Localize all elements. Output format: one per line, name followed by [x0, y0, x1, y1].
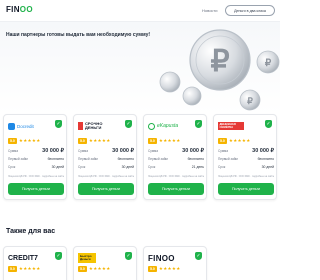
stars-icon: ★★★★★ — [18, 266, 41, 271]
fine-print: Лицензия ЦБ РФ · ООО МКК · подробнее на … — [8, 175, 64, 178]
shield-check-icon: ✓ — [125, 252, 132, 260]
shield-check-icon: ✓ — [265, 120, 272, 128]
lender-logo: Быстро Деньги — [78, 251, 96, 265]
hero-section: Наши партнеры готовы выдать вам необходи… — [0, 22, 280, 114]
srochno-mark-icon — [78, 122, 83, 130]
rating-badge: 5.0 — [148, 138, 157, 144]
also-for-you-cards: CREDIT7 ✓ 5.0 ★★★★★ Быстро Деньги ✓ 5.0 … — [3, 246, 277, 280]
shield-check-icon: ✓ — [195, 252, 202, 260]
get-money-button[interactable]: Получить деньги — [8, 183, 64, 195]
amount-row: Сумма 30 000 ₽ — [78, 148, 134, 154]
rating-badge: 5.0 — [148, 266, 157, 272]
stars-icon: ★★★★★ — [158, 138, 181, 143]
top-bar: FINOO Новости Деньги в два клика — [0, 0, 280, 22]
shield-check-icon: ✓ — [55, 120, 62, 128]
nav-news-link[interactable]: Новости — [202, 8, 217, 13]
rating: 5.0 ★★★★★ — [78, 266, 111, 272]
rating: 5.0 ★★★★★ — [78, 138, 111, 144]
rating-badge: 5.0 — [218, 138, 227, 144]
rating: 5.0 ★★★★★ — [148, 266, 181, 272]
lender-logo: СРОЧНО ДЕНЬГИ — [78, 119, 107, 133]
docredit-mark-icon — [8, 122, 15, 130]
get-money-button[interactable]: Получить деньги — [78, 183, 134, 195]
svg-text:₽: ₽ — [265, 58, 272, 69]
fine-print: Лицензия ЦБ РФ · ООО МКК · подробнее на … — [218, 175, 274, 178]
section-title: Также для вас — [6, 228, 56, 235]
offer-card[interactable]: FINOO ✓ 5.0 ★★★★★ — [143, 246, 207, 280]
offer-card[interactable]: CREDIT7 ✓ 5.0 ★★★★★ — [3, 246, 67, 280]
shield-check-icon: ✓ — [125, 120, 132, 128]
lender-logo: ДЕНЕЖНАЯ СЕМЁРКА — [218, 119, 244, 133]
offer-card[interactable]: Быстро Деньги ✓ 5.0 ★★★★★ — [73, 246, 137, 280]
offer-card: Docredit ✓ 5.0 ★★★★★ Сумма 30 000 ₽ Первы… — [3, 114, 67, 200]
rating-badge: 5.0 — [8, 266, 17, 272]
get-money-button[interactable]: Получить деньги — [148, 183, 204, 195]
logo[interactable]: FINOO — [6, 5, 33, 14]
term-row: Срок 21 день — [148, 165, 204, 169]
rating: 5.0 ★★★★★ — [148, 138, 181, 144]
logo-accent: OO — [19, 5, 33, 14]
ekapusta-mark-icon — [148, 122, 155, 130]
term-row: Срок 30 дней — [8, 165, 64, 169]
lender-logo: FINOO — [148, 253, 175, 263]
offer-card: СРОЧНО ДЕНЬГИ ✓ 5.0 ★★★★★ Сумма 30 000 ₽ … — [73, 114, 137, 200]
fine-print: Лицензия ЦБ РФ · ООО МКК · подробнее на … — [78, 175, 134, 178]
term-row: Срок 30 дней — [218, 165, 274, 169]
first-loan-row: Первый займ бесплатно — [148, 157, 204, 161]
offer-card: ДЕНЕЖНАЯ СЕМЁРКА ✓ 5.0 ★★★★★ Сумма 30 000… — [213, 114, 277, 200]
stars-icon: ★★★★★ — [88, 266, 111, 271]
stars-icon: ★★★★★ — [18, 138, 41, 143]
rating-badge: 5.0 — [8, 138, 17, 144]
rating: 5.0 ★★★★★ — [218, 138, 251, 144]
amount-row: Сумма 30 000 ₽ — [218, 148, 274, 154]
shield-check-icon: ✓ — [195, 120, 202, 128]
rating: 5.0 ★★★★★ — [8, 138, 41, 144]
rating-badge: 5.0 — [78, 138, 87, 144]
rating-badge: 5.0 — [78, 266, 87, 272]
first-loan-row: Первый займ бесплатно — [8, 157, 64, 161]
logo-main: FIN — [6, 5, 20, 14]
lender-logo: eKapusta — [148, 119, 178, 133]
rating: 5.0 ★★★★★ — [8, 266, 41, 272]
svg-text:₽: ₽ — [247, 96, 253, 106]
get-money-header-button[interactable]: Деньги в два клика — [225, 5, 275, 16]
ruble-coins-illustration: ₽ ₽ ₽ — [159, 29, 280, 111]
stars-icon: ★★★★★ — [228, 138, 251, 143]
get-money-button[interactable]: Получить деньги — [218, 183, 274, 195]
offer-card: eKapusta ✓ 5.0 ★★★★★ Сумма 30 000 ₽ Первы… — [143, 114, 207, 200]
amount-row: Сумма 30 000 ₽ — [148, 148, 204, 154]
lender-logo: CREDIT7 — [8, 254, 38, 262]
term-row: Срок 30 дней — [78, 165, 134, 169]
fine-print: Лицензия ЦБ РФ · ООО МКК · подробнее на … — [148, 175, 204, 178]
stars-icon: ★★★★★ — [88, 138, 111, 143]
offer-cards: Docredit ✓ 5.0 ★★★★★ Сумма 30 000 ₽ Первы… — [3, 114, 277, 202]
svg-text:₽: ₽ — [210, 45, 229, 78]
first-loan-row: Первый займ бесплатно — [78, 157, 134, 161]
hero-title: Наши партнеры готовы выдать вам необходи… — [6, 32, 151, 38]
stars-icon: ★★★★★ — [158, 266, 181, 271]
lender-logo: Docredit — [8, 119, 34, 133]
amount-row: Сумма 30 000 ₽ — [8, 148, 64, 154]
first-loan-row: Первый займ бесплатно — [218, 157, 274, 161]
shield-check-icon: ✓ — [55, 252, 62, 260]
